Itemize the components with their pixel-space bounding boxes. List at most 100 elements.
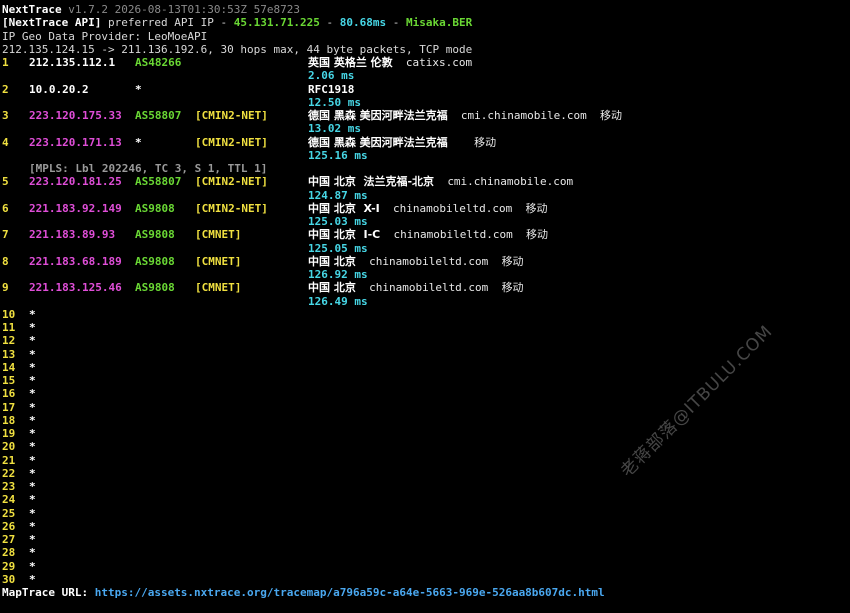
hop-rtt-row: 12.50 ms xyxy=(2,96,848,109)
hop-hostname: cmi.chinamobile.com xyxy=(447,175,574,189)
api-ip: 45.131.71.225 xyxy=(233,16,320,30)
maptrace-label: MapTrace URL: xyxy=(2,586,89,599)
hop-isp: 移动 xyxy=(525,201,548,215)
timeout-mark: * xyxy=(29,413,36,427)
mpls-label: [MPLS: Lbl 202246, TC 3, S 1, TTL 1] xyxy=(29,162,268,175)
hop-number: 20 xyxy=(2,440,16,454)
hop-rtt: 125.03 ms xyxy=(308,215,368,228)
hop-number: 27 xyxy=(2,533,16,546)
hop-asn: AS9808 xyxy=(135,228,175,242)
hop-geo-info: 中国 北京 X-I chinamobileltd.com 移动 xyxy=(308,202,547,215)
hop-ip: 223.120.171.13 xyxy=(29,135,122,149)
timeout-mark: * xyxy=(29,533,36,546)
hop-number: 26 xyxy=(2,519,16,533)
hop-ip: 221.183.68.189 xyxy=(29,254,122,268)
hop-location: 中国 北京 X-I xyxy=(308,201,380,215)
hop-rtt: 125.05 ms xyxy=(308,241,368,255)
hop-network-tag: [CMNET] xyxy=(195,228,242,242)
timeout-hop-row: 19 * xyxy=(2,427,848,440)
hop-geo-info: 德国 黑森 美因河畔法兰克福 移动 xyxy=(308,136,496,149)
terminal-output: NextTrace v1.7.2 2026-08-13T01:30:53Z 57… xyxy=(2,3,848,599)
hop-geo-info: 中国 北京 法兰克福-北京 cmi.chinamobile.com xyxy=(308,175,573,188)
timeout-hop-row: 29 * xyxy=(2,560,848,573)
hop-asn: AS58807 xyxy=(135,175,182,189)
maptrace-link[interactable]: https://assets.nxtrace.org/tracemap/a796… xyxy=(95,586,605,599)
timeout-mark: * xyxy=(29,307,36,321)
timeout-mark: * xyxy=(29,466,36,480)
hop-hostname: chinamobileltd.com xyxy=(369,254,489,268)
hop-row: 4 223.120.171.13 * [CMIN2-NET] 德国 黑森 美因河畔法兰克… xyxy=(2,136,848,149)
hop-hostname: chinamobileltd.com xyxy=(393,228,513,242)
hop-isp: 移动 xyxy=(501,281,524,295)
api-latency: 80.68ms xyxy=(339,16,387,30)
timeout-hop-list: 10 * 11 * 12 * 13 * 14 * 15 * 16 * 17 * 18 * 19 * 20 * 21 * 22 * 2… xyxy=(2,308,848,586)
hop-isp: 移动 xyxy=(474,135,497,149)
timeout-hop-row: 28 * xyxy=(2,546,848,559)
hop-location: 中国 北京 I-C xyxy=(308,228,381,242)
hop-network-tag: [CMNET] xyxy=(195,254,242,268)
timeout-hop-row: 10 * xyxy=(2,308,848,321)
hop-number: 6 xyxy=(2,201,9,215)
hop-asn: AS9808 xyxy=(135,281,175,295)
hop-hostname: cmi.chinamobile.com xyxy=(460,109,587,122)
hop-ip: 223.120.175.33 xyxy=(29,109,122,122)
hop-row: 7 221.183.89.93 AS9808 [CMNET] 中国 北京 I-C chi… xyxy=(2,228,848,241)
timeout-mark: * xyxy=(29,440,36,454)
hop-number: 5 xyxy=(2,175,9,189)
hop-hostname: catixs.com xyxy=(405,56,473,69)
hop-number: 19 xyxy=(2,427,16,440)
timeout-hop-row: 25 * xyxy=(2,507,848,520)
hop-rtt-row: 126.49 ms xyxy=(2,295,848,308)
hop-number: 16 xyxy=(2,387,16,401)
hop-network-tag: [CMIN2-NET] xyxy=(195,201,268,215)
timeout-hop-row: 12 * xyxy=(2,334,848,347)
timeout-hop-row: 20 * xyxy=(2,440,848,453)
hop-number: 9 xyxy=(2,281,9,295)
hop-number: 4 xyxy=(2,135,9,149)
hop-asn: AS9808 xyxy=(135,201,175,215)
hop-asn: * xyxy=(135,82,142,96)
timeout-hop-row: 11 * xyxy=(2,321,848,334)
hop-ip: 221.183.89.93 xyxy=(29,228,116,242)
timeout-mark: * xyxy=(29,453,36,467)
timeout-mark: * xyxy=(29,334,36,348)
hop-geo-info: 英国 英格兰 伦敦 catixs.com xyxy=(308,56,472,69)
hop-hostname: RFC1918 xyxy=(308,82,355,96)
hop-geo-info: 中国 北京 chinamobileltd.com 移动 xyxy=(308,255,524,268)
timeout-hop-row: 27 * xyxy=(2,533,848,546)
hop-hostname: chinamobileltd.com xyxy=(392,201,513,215)
hop-row: 6 221.183.92.149 AS9808 [CMIN2-NET] 中国 北京 X-… xyxy=(2,202,848,215)
hop-number: 21 xyxy=(2,453,16,467)
timeout-mark: * xyxy=(29,387,36,401)
trace-summary-line: 212.135.124.15 -> 211.136.192.6, 30 hops… xyxy=(2,42,473,56)
hop-list: 1 212.135.112.1 AS48266 英国 英格兰 伦敦 catixs.co… xyxy=(2,56,848,308)
hop-number: 14 xyxy=(2,360,16,374)
app-name: NextTrace xyxy=(2,3,62,16)
hop-number: 12 xyxy=(2,334,16,348)
hop-geo-info: 中国 北京 chinamobileltd.com 移动 xyxy=(308,281,524,294)
hop-asn: AS48266 xyxy=(135,56,182,69)
hop-geo-info: 德国 黑森 美因河畔法兰克福 cmi.chinamobile.com 移动 xyxy=(308,109,622,122)
hop-number: 29 xyxy=(2,559,16,573)
hop-number: 24 xyxy=(2,493,16,507)
hop-row: 1 212.135.112.1 AS48266 英国 英格兰 伦敦 catixs.co… xyxy=(2,56,848,69)
timeout-mark: * xyxy=(29,374,36,387)
hop-number: 30 xyxy=(2,572,16,586)
timeout-mark: * xyxy=(29,572,36,586)
hop-row: 3 223.120.175.33 AS58807 [CMIN2-NET] 德国 黑森 美… xyxy=(2,109,848,122)
hop-number: 1 xyxy=(2,56,9,69)
api-line: [NextTrace API] preferred API IP - 45.13… xyxy=(2,16,848,29)
hop-row: 5 223.120.181.25 AS58807 [CMIN2-NET] 中国 北京 法… xyxy=(2,175,848,188)
hop-number: 28 xyxy=(2,546,16,560)
hop-rtt: 126.92 ms xyxy=(308,268,368,281)
hop-isp: 移动 xyxy=(600,109,623,122)
hop-ip: 10.0.20.2 xyxy=(29,82,89,96)
hop-rtt: 124.87 ms xyxy=(308,188,368,202)
hop-location: 德国 黑森 美因河畔法兰克福 xyxy=(308,135,448,149)
version-line: NextTrace v1.7.2 2026-08-13T01:30:53Z 57… xyxy=(2,3,848,16)
hop-ip: 221.183.125.46 xyxy=(29,281,122,295)
hop-number: 3 xyxy=(2,109,9,122)
hop-geo-info: 中国 北京 I-C chinamobileltd.com 移动 xyxy=(308,228,548,241)
timeout-mark: * xyxy=(29,347,36,361)
hop-location: 中国 北京 法兰克福-北京 xyxy=(308,175,435,189)
